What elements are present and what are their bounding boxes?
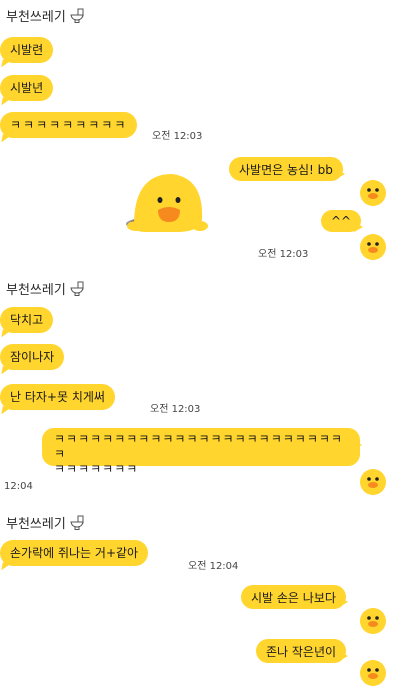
chat-bubble[interactable]: 손가락에 쥐나는 거+같아 bbox=[0, 540, 149, 566]
chat-bubble[interactable]: 시발년 bbox=[0, 75, 54, 101]
timestamp: 오전 12:04 bbox=[188, 561, 239, 572]
chat-bubble[interactable]: 잠이나자 bbox=[0, 344, 65, 370]
toilet-icon bbox=[70, 515, 84, 530]
timestamp: 오전 12:03 bbox=[258, 249, 309, 260]
sender-name: 부천쓰레기 bbox=[6, 6, 85, 25]
toilet-icon bbox=[70, 8, 84, 23]
chat-bubble-mine[interactable]: ㅋㅋㅋㅋㅋㅋㅋㅋㅋㅋㅋㅋㅋㅋㅋㅋㅋㅋㅋㅋㅋㅋㅋㅋㅋ ㅋㅋㅋㅋㅋㅋㅋ bbox=[42, 428, 362, 476]
chat-bubble-mine[interactable]: 시발 손은 나보다 bbox=[241, 585, 348, 609]
chat-bubble[interactable]: ㅋㅋㅋㅋㅋㅋㅋㅋㅋ bbox=[0, 112, 138, 138]
sender-name: 부천쓰레기 bbox=[6, 279, 85, 298]
duck-avatar-icon bbox=[360, 234, 386, 260]
chat-bubble[interactable]: 닥치고 bbox=[0, 307, 54, 333]
chat-bubble-mine[interactable]: 사발면은 농심! bb bbox=[229, 157, 345, 181]
duck-avatar-icon bbox=[360, 608, 386, 634]
timestamp: 오전 12:03 bbox=[150, 404, 201, 415]
chat-bubble-mine[interactable]: ^^ bbox=[321, 210, 364, 232]
duck-avatar-icon bbox=[360, 180, 386, 206]
timestamp: 12:04 bbox=[4, 481, 33, 492]
chat-bubble[interactable]: 난 타자+못 치게써 bbox=[0, 384, 115, 410]
sender-name: 부천쓰레기 bbox=[6, 513, 85, 532]
duck-avatar-icon bbox=[360, 660, 386, 686]
timestamp: 오전 12:03 bbox=[152, 131, 203, 142]
duck-avatar-icon bbox=[360, 469, 386, 495]
avatar[interactable] bbox=[356, 228, 390, 262]
avatar[interactable] bbox=[356, 602, 390, 636]
avatar[interactable] bbox=[356, 463, 390, 497]
avatar[interactable] bbox=[356, 654, 390, 688]
toilet-icon bbox=[70, 281, 84, 296]
chat-bubble[interactable]: 시발련 bbox=[0, 37, 54, 63]
avatar[interactable] bbox=[356, 174, 390, 208]
chat-bubble-mine[interactable]: 존나 작은년이 bbox=[256, 639, 349, 663]
sally-duck-sticker bbox=[126, 174, 208, 232]
